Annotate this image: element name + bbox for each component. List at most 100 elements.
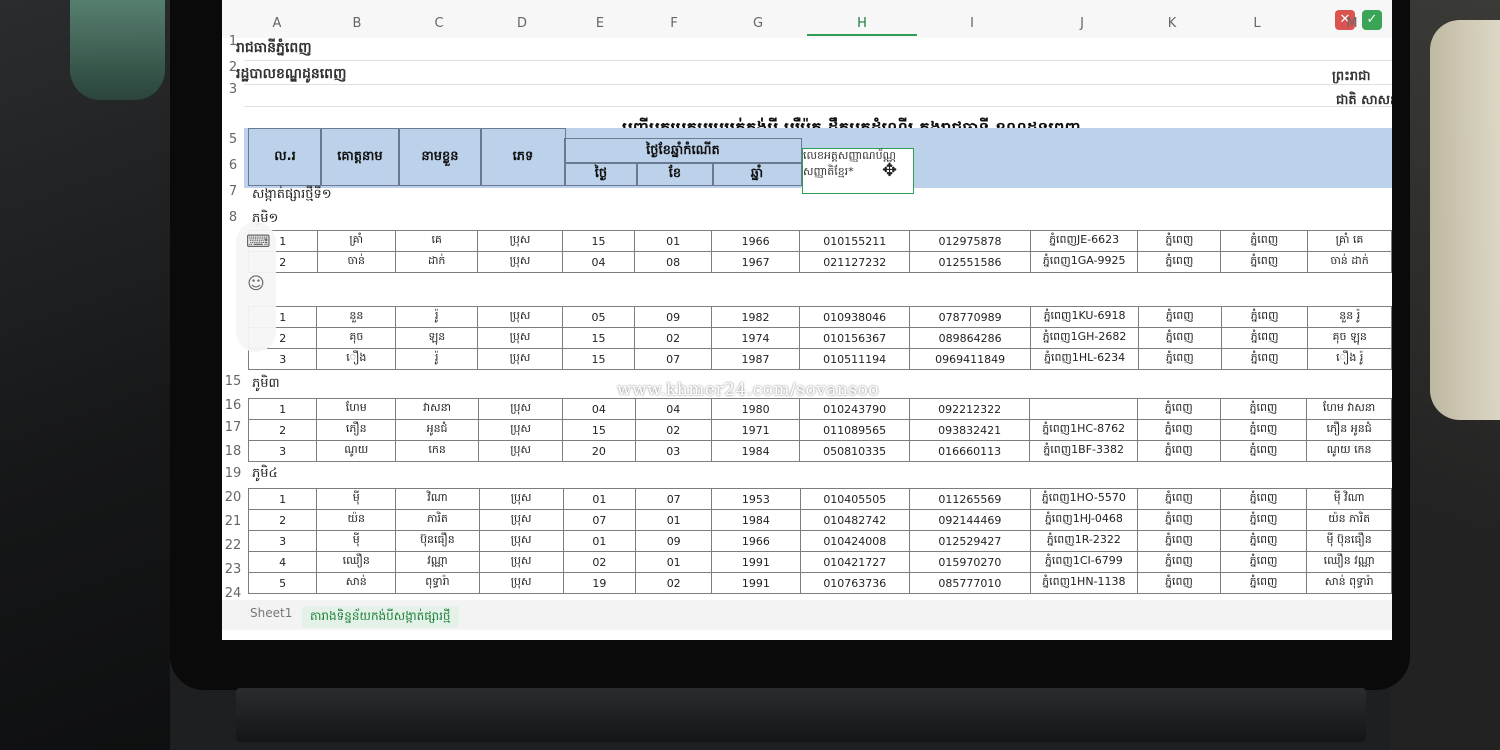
table-cell[interactable]: ប្រុស: [477, 440, 564, 462]
table-cell[interactable]: កេន: [395, 440, 479, 462]
table-cell[interactable]: 089864286: [908, 327, 1032, 349]
table-cell[interactable]: ភ្នំពេញ: [1136, 419, 1221, 441]
table-cell[interactable]: គុច: [316, 327, 397, 349]
table-cell[interactable]: 010511194: [799, 348, 910, 370]
table-cell[interactable]: ប្រុស: [477, 306, 563, 328]
table-cell[interactable]: ភ្នំពេញ: [1220, 348, 1309, 370]
table-cell[interactable]: 010482742: [799, 509, 911, 531]
table-cell[interactable]: ភ្នំពេញ1HC-8762: [1029, 419, 1138, 441]
table-cell[interactable]: 085777010: [909, 572, 1031, 594]
table-cell[interactable]: 07: [562, 509, 637, 531]
table-cell[interactable]: 1966: [710, 230, 801, 252]
table-cell[interactable]: ភ្នំពេញ: [1220, 230, 1309, 252]
table-cell[interactable]: 08: [634, 251, 712, 273]
row-header-16[interactable]: 16: [222, 398, 244, 413]
table-cell[interactable]: ភ្នំពេញ1CI-6799: [1029, 551, 1139, 573]
table-cell[interactable]: 04: [562, 398, 636, 420]
table-cell[interactable]: ភឿន: [316, 419, 397, 441]
table-cell[interactable]: ប្រុស: [478, 488, 564, 510]
column-header-b[interactable]: B: [342, 14, 372, 34]
table-cell[interactable]: ម៉ី: [316, 488, 397, 510]
column-header-c[interactable]: C: [424, 14, 454, 34]
header-id-note[interactable]: លេខអត្តសញ្ញាណប័ណ្ណ សញ្ញាតិខ្មែរ*: [802, 148, 914, 194]
table-cell[interactable]: ភឿន អូនជំ: [1306, 419, 1392, 441]
table-cell[interactable]: យ៉ន ភារិត: [1306, 509, 1392, 531]
table-cell[interactable]: ភ្នំពេញ: [1137, 572, 1221, 594]
table-cell[interactable]: 016660113: [908, 440, 1031, 462]
table-cell[interactable]: 1991: [711, 551, 801, 573]
table-cell[interactable]: 011265569: [909, 488, 1031, 510]
table-cell[interactable]: 010763736: [799, 572, 911, 594]
row-header-18[interactable]: 18: [222, 444, 244, 459]
table-cell[interactable]: [1029, 398, 1138, 420]
table-cell[interactable]: 04: [634, 398, 712, 420]
table-cell[interactable]: 01: [562, 530, 637, 552]
table-cell[interactable]: 07: [634, 348, 712, 370]
table-cell[interactable]: 012529427: [909, 530, 1031, 552]
table-cell[interactable]: 01: [634, 230, 712, 252]
column-header-j[interactable]: J: [1067, 14, 1097, 34]
table-cell[interactable]: 021127232: [799, 251, 911, 273]
header-surname[interactable]: គោត្តនាម: [320, 128, 400, 186]
table-cell[interactable]: គុច ឡុន: [1307, 327, 1392, 349]
table-cell[interactable]: ភ្នំពេញ1BF-3382: [1029, 440, 1138, 462]
table-cell[interactable]: យ៉ន: [316, 509, 397, 531]
table-cell[interactable]: វណ្ណា: [395, 551, 480, 573]
table-cell[interactable]: 012551586: [909, 251, 1031, 273]
column-header-l[interactable]: L: [1242, 14, 1272, 34]
column-header-f[interactable]: F: [659, 14, 689, 34]
table-cell[interactable]: ប៊ុនធឿន: [395, 530, 480, 552]
table-cell[interactable]: ប្រុស: [477, 251, 563, 273]
table-cell[interactable]: ណូយ កេន: [1306, 440, 1392, 462]
table-cell[interactable]: 5: [247, 572, 318, 594]
table-cell[interactable]: ភ្នំពេញ: [1219, 488, 1308, 510]
table-cell[interactable]: 01: [562, 488, 637, 510]
table-cell[interactable]: 1991: [711, 572, 801, 594]
table-cell[interactable]: ភ្នំពេញ: [1220, 251, 1309, 273]
table-cell[interactable]: 07: [635, 488, 713, 510]
keyboard-icon[interactable]: ⌨: [246, 232, 271, 252]
table-cell[interactable]: 09: [634, 306, 712, 328]
table-cell[interactable]: ឡុន: [395, 327, 479, 349]
table-cell[interactable]: គ្រាំ: [316, 230, 397, 252]
table-cell[interactable]: ភ្នំពេញ: [1220, 306, 1309, 328]
table-cell[interactable]: 02: [634, 327, 712, 349]
table-cell[interactable]: ហែម: [316, 398, 397, 420]
column-header-h[interactable]: H: [807, 14, 917, 36]
table-cell[interactable]: 010243790: [799, 398, 910, 420]
table-cell[interactable]: ភ្នំពេញ: [1136, 440, 1221, 462]
table-cell[interactable]: ភ្នំពេញ: [1219, 398, 1308, 420]
header-no[interactable]: ល.រ: [248, 128, 322, 186]
table-cell[interactable]: ប្រុស: [477, 348, 563, 370]
row-header-20[interactable]: 20: [222, 490, 244, 505]
table-cell[interactable]: ភ្នំពេញ: [1137, 530, 1221, 552]
table-cell[interactable]: រ៉ូ: [395, 348, 479, 370]
row-header-22[interactable]: 22: [222, 538, 244, 553]
table-cell[interactable]: ភ្នំពេញ1GA-9925: [1029, 251, 1139, 273]
table-cell[interactable]: ភ្នំពេញ: [1219, 530, 1308, 552]
table-cell[interactable]: 05: [561, 306, 636, 328]
column-header-d[interactable]: D: [507, 14, 537, 34]
table-cell[interactable]: 078770989: [908, 306, 1032, 328]
table-cell[interactable]: 010155211: [799, 230, 911, 252]
table-cell[interactable]: គេ: [395, 230, 479, 252]
table-cell[interactable]: 04: [561, 251, 636, 273]
table-cell[interactable]: ម៉ី វិណា: [1306, 488, 1392, 510]
table-cell[interactable]: ចាន់: [316, 251, 397, 273]
column-header-e[interactable]: E: [585, 14, 615, 34]
table-cell[interactable]: ភ្នំពេញ1HO-5570: [1029, 488, 1139, 510]
table-cell[interactable]: ភ្នំពេញ1KU-6918: [1030, 306, 1139, 328]
row-header-8[interactable]: 8: [222, 210, 244, 225]
table-cell[interactable]: 1953: [711, 488, 801, 510]
column-header-a[interactable]: A: [262, 14, 292, 34]
table-cell[interactable]: នួន: [316, 306, 397, 328]
table-cell[interactable]: 15: [561, 348, 636, 370]
table-cell[interactable]: 3: [247, 440, 318, 462]
table-cell[interactable]: 1982: [710, 306, 801, 328]
table-cell[interactable]: 1974: [710, 327, 801, 349]
table-cell[interactable]: 1980: [710, 398, 801, 420]
table-cell[interactable]: 092212322: [908, 398, 1031, 420]
table-cell[interactable]: ភ្នំពេញ: [1137, 306, 1222, 328]
row-header-24[interactable]: 24: [222, 586, 244, 601]
table-cell[interactable]: ភ្នំពេញ: [1137, 488, 1221, 510]
